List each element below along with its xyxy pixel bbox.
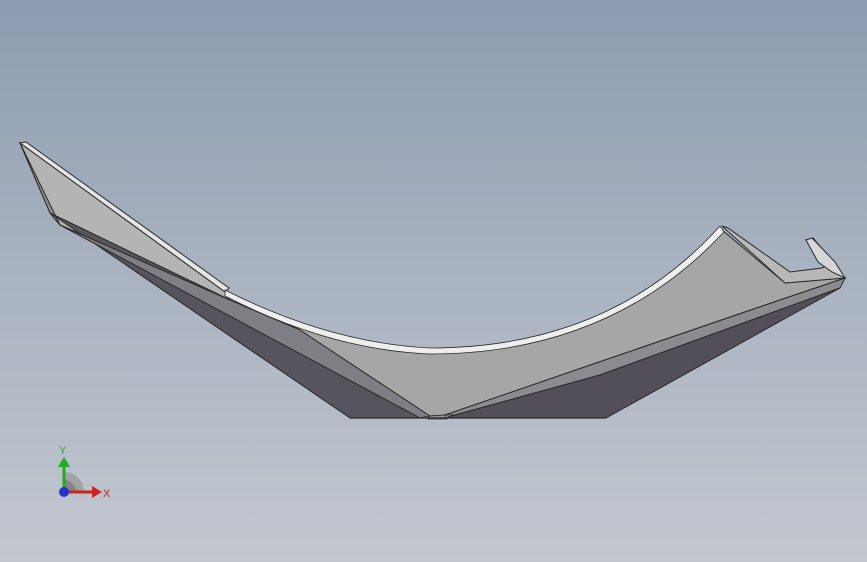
x-axis-arrow-icon (92, 486, 102, 498)
left-inner-face (59, 224, 432, 419)
y-axis-arrow-icon (58, 457, 70, 467)
y-axis-label: Y (59, 445, 67, 457)
model-3d-view[interactable] (0, 0, 867, 562)
left-flange-top-face (18, 141, 232, 302)
graphics-viewport[interactable]: Y X (0, 0, 867, 562)
x-axis-label: X (103, 488, 111, 500)
coordinate-triad: Y X (58, 445, 111, 500)
z-axis-origin-icon (59, 487, 69, 497)
left-flange-edge (18, 141, 230, 293)
